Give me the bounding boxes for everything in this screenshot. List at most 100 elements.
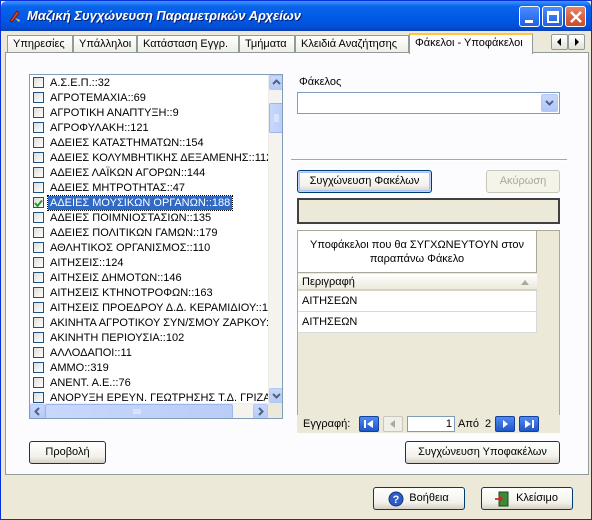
scroll-right-button[interactable] [253, 404, 268, 418]
list-item[interactable]: ΑΜΜΟ::319 [30, 361, 268, 376]
folder-checklist[interactable]: Α.Σ.Ε.Π.::32ΑΓΡΟΤΕΜΑΧΙΑ::69 ΑΓΡΟΤΙΚΗ ΑΝΑΠ… [29, 74, 283, 419]
list-item[interactable]: ΑΙΤΗΣΕΙΣ ΚΤΗΝΟΤΡΟΦΩΝ::163 [30, 286, 268, 301]
list-item[interactable]: Α.Σ.Ε.Π.::32 [30, 76, 268, 91]
list-item[interactable]: ΑΔΕΙΕΣ ΛΑΪΚΩΝ ΑΓΟΡΩΝ::144 [30, 166, 268, 181]
vertical-scrollbar[interactable] [268, 75, 282, 403]
item-checkbox[interactable] [33, 227, 44, 238]
item-checkbox[interactable] [33, 287, 44, 298]
merge-folders-button[interactable]: Συγχώνευση Φακέλων [297, 170, 432, 193]
last-record-button[interactable] [519, 416, 539, 432]
tab-employees[interactable]: Υπάλληλοι [73, 35, 137, 53]
item-label: Α.Σ.Ε.Π.::32 [50, 77, 110, 89]
list-item[interactable]: ΑΔΕΙΕΣ ΠΟΙΜΝΙΟΣΤΑΣΙΩΝ::135 [30, 211, 268, 226]
view-button[interactable]: Προβολή [29, 441, 106, 464]
exit-door-icon [495, 491, 509, 507]
table-row[interactable]: ΑΙΤΗΣΕΩΝ [298, 312, 537, 333]
sort-ascending-icon [521, 280, 529, 285]
maximize-button[interactable] [542, 6, 563, 27]
cancel-button[interactable]: Ακύρωση [486, 170, 560, 193]
merge-subfolders-button[interactable]: Συγχώνευση Υποφακέλων [405, 441, 560, 464]
folder-combobox[interactable] [297, 92, 560, 114]
first-record-button[interactable] [359, 416, 379, 432]
tab-departments[interactable]: Τμήματα [239, 35, 295, 53]
item-checkbox[interactable] [33, 107, 44, 118]
item-checkbox[interactable] [33, 212, 44, 223]
item-checkbox[interactable] [33, 242, 44, 253]
horizontal-scroll-thumb[interactable] [45, 404, 233, 418]
help-button-label: Βοήθεια [409, 492, 449, 504]
minimize-button[interactable] [519, 6, 540, 27]
last-record-icon [525, 420, 534, 428]
help-button[interactable]: ? Βοήθεια [373, 487, 465, 510]
scroll-left-button[interactable] [30, 404, 45, 418]
list-item[interactable]: ΑΚΙΝΗΤΑ ΑΓΡΟΤΙΚΟΥ ΣΥΝ/ΣΜΟΥ ΖΑΡΚΟΥ: [30, 316, 270, 331]
item-checkbox[interactable] [33, 182, 44, 193]
list-item[interactable]: ΑΔΕΙΕΣ ΜΟΥΣΙΚΩΝ ΟΡΓΑΝΩΝ::188 [30, 195, 268, 211]
tab-record-status[interactable]: Κατάσταση Εγγρ. [137, 35, 239, 53]
record-label: Εγγραφή: [303, 418, 351, 430]
item-checkbox[interactable] [33, 347, 44, 358]
list-item[interactable]: ΑΔΕΙΕΣ ΚΑΤΑΣΤΗΜΑΤΩΝ::154 [30, 136, 268, 151]
item-label: ΑΙΤΗΣΕΙΣ ΠΡΟΕΔΡΟΥ Δ.Δ. ΚΕΡΑΜΙΔΙΟΥ::1 [50, 302, 268, 314]
arrow-left-icon [557, 38, 561, 46]
item-checkbox[interactable] [33, 137, 44, 148]
item-checkbox[interactable] [33, 122, 44, 133]
next-record-button[interactable] [495, 416, 515, 432]
close-button-label: Κλείσιμο [516, 492, 558, 504]
item-checkbox[interactable] [33, 302, 44, 313]
item-checkbox[interactable] [33, 272, 44, 283]
current-record-input[interactable]: 1 [407, 416, 455, 432]
item-label: ΑΔΕΙΕΣ ΜΗΤΡΟΤΗΤΑΣ::47 [50, 182, 186, 194]
item-checkbox[interactable] [33, 377, 44, 388]
horizontal-scrollbar[interactable] [30, 403, 268, 418]
list-item[interactable]: ΑΘΛΗΤΙΚΟΣ ΟΡΓΑΝΙΣΜΟΣ::110 [30, 241, 268, 256]
tab-scroll-left-button[interactable] [551, 34, 568, 50]
list-item[interactable]: ΑΛΛΟΔΑΠΟΙ::11 [30, 346, 268, 361]
tab-services[interactable]: Υπηρεσίες [7, 35, 73, 53]
table-cell: ΑΙΤΗΣΕΩΝ [302, 295, 358, 307]
item-label: ΑΜΜΟ::319 [50, 362, 109, 374]
item-label: ΑΔΕΙΕΣ ΚΑΤΑΣΤΗΜΑΤΩΝ::154 [50, 137, 204, 149]
tab-scroll-right-button[interactable] [568, 34, 585, 50]
item-checkbox[interactable] [33, 197, 44, 208]
item-checkbox[interactable] [33, 167, 44, 178]
previous-record-button[interactable] [383, 416, 403, 432]
minimize-icon [525, 20, 533, 23]
table-row[interactable]: ΑΙΤΗΣΕΩΝ [298, 291, 537, 312]
list-item[interactable]: ΑΝΕΝΤ. Α.Ε.::76 [30, 376, 268, 391]
item-checkbox[interactable] [33, 317, 44, 328]
tab-search-keys[interactable]: Κλειδιά Αναζήτησης [295, 35, 409, 53]
scroll-down-button[interactable] [269, 388, 282, 403]
title-bar[interactable]: Μαζική Συγχώνευση Παραμετρικών Αρχείων [1, 1, 591, 31]
item-checkbox[interactable] [33, 92, 44, 103]
grip-icon [133, 409, 141, 414]
list-item[interactable]: ΑΓΡΟΤΕΜΑΧΙΑ::69 [30, 91, 268, 106]
item-checkbox[interactable] [33, 77, 44, 88]
item-label: ΑΚΙΝΗΤΑ ΑΓΡΟΤΙΚΟΥ ΣΥΝ/ΣΜΟΥ ΖΑΡΚΟΥ: [50, 317, 270, 329]
item-label: ΑΔΕΙΕΣ ΚΟΛΥΜΒΗΤΙΚΗΣ ΔΕΞΑΜΕΝΗΣ::112 [50, 152, 273, 164]
list-item[interactable]: ΑΓΡΟΦΥΛΑΚΗ::121 [30, 121, 268, 136]
list-item[interactable]: ΑΙΤΗΣΕΙΣ ΠΡΟΕΔΡΟΥ Δ.Δ. ΚΕΡΑΜΙΔΙΟΥ::1 [30, 301, 268, 316]
list-item[interactable]: ΑΙΤΗΣΕΙΣ ΔΗΜΟΤΩΝ::146 [30, 271, 268, 286]
item-checkbox[interactable] [33, 152, 44, 163]
vertical-scroll-thumb[interactable] [269, 103, 282, 133]
app-icon [9, 10, 20, 23]
close-button[interactable]: Κλείσιμο [481, 487, 573, 510]
list-item[interactable]: ΑΓΡΟΤΙΚΗ ΑΝΑΠΤΥΞΗ::9 [30, 106, 268, 121]
folder-dropdown-button[interactable] [541, 94, 558, 112]
list-item[interactable]: ΑΔΕΙΕΣ ΠΟΛΙΤΙΚΩΝ ΓΑΜΩΝ::179 [30, 226, 268, 241]
list-item[interactable]: ΑΚΙΝΗΤΗ ΠΕΡΙΟΥΣΙΑ::102 [30, 331, 268, 346]
list-item[interactable]: ΑΔΕΙΕΣ ΚΟΛΥΜΒΗΤΙΚΗΣ ΔΕΞΑΜΕΝΗΣ::112 [30, 151, 272, 166]
item-checkbox[interactable] [33, 257, 44, 268]
column-header-description[interactable]: Περιγραφή [298, 274, 537, 291]
arrow-up-icon [272, 79, 281, 85]
item-checkbox[interactable] [33, 392, 44, 403]
list-item[interactable]: ΑΔΕΙΕΣ ΜΗΤΡΟΤΗΤΑΣ::47 [30, 181, 268, 196]
tab-folders-subfolders[interactable]: Φάκελοι - Υποφάκελοι [409, 33, 533, 54]
item-checkbox[interactable] [33, 362, 44, 373]
item-checkbox[interactable] [33, 332, 44, 343]
scroll-up-button[interactable] [269, 75, 282, 90]
list-item[interactable]: ΑΙΤΗΣΕΙΣ::124 [30, 256, 268, 271]
arrow-down-icon [272, 393, 281, 399]
close-window-button[interactable] [565, 6, 586, 27]
